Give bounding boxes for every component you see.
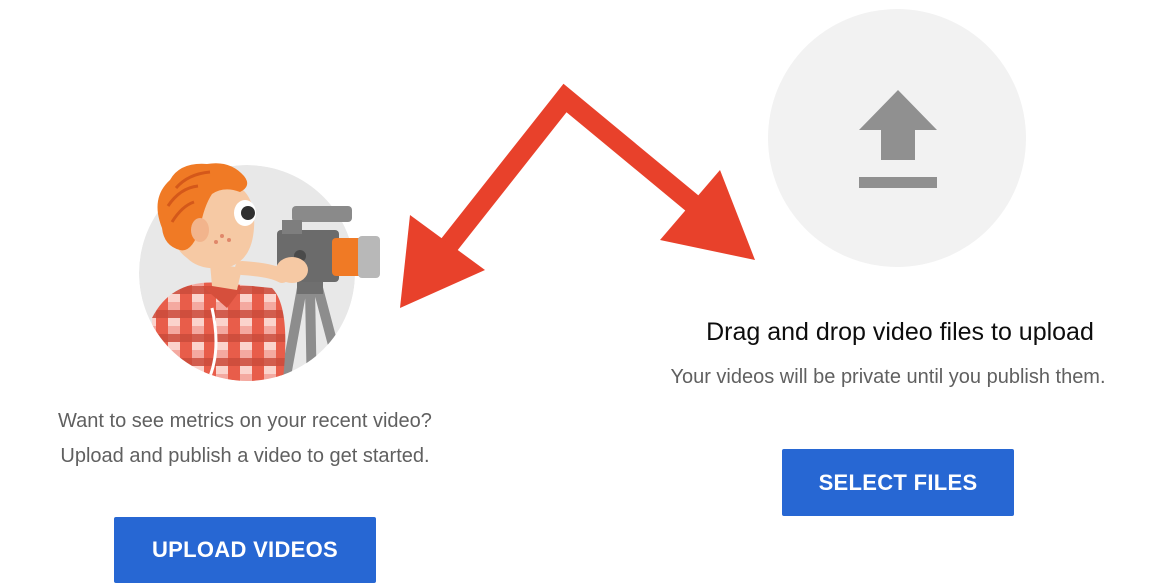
upload-arrow-icon: [859, 90, 937, 188]
select-files-button[interactable]: SELECT FILES: [782, 449, 1014, 516]
drop-zone-subtitle: Your videos will be private until you pu…: [670, 366, 1106, 388]
metrics-prompt: Want to see metrics on your recent video…: [0, 404, 490, 474]
metrics-prompt-line1: Want to see metrics on your recent video…: [58, 410, 432, 432]
upload-videos-button[interactable]: UPLOAD VIDEOS: [114, 517, 376, 583]
red-annotation-arrows: [400, 83, 755, 308]
metrics-prompt-line2: Upload and publish a video to get starte…: [60, 445, 430, 467]
drop-zone-title: Drag and drop video files to upload: [706, 318, 1094, 346]
videographer-illustration: [139, 163, 380, 381]
